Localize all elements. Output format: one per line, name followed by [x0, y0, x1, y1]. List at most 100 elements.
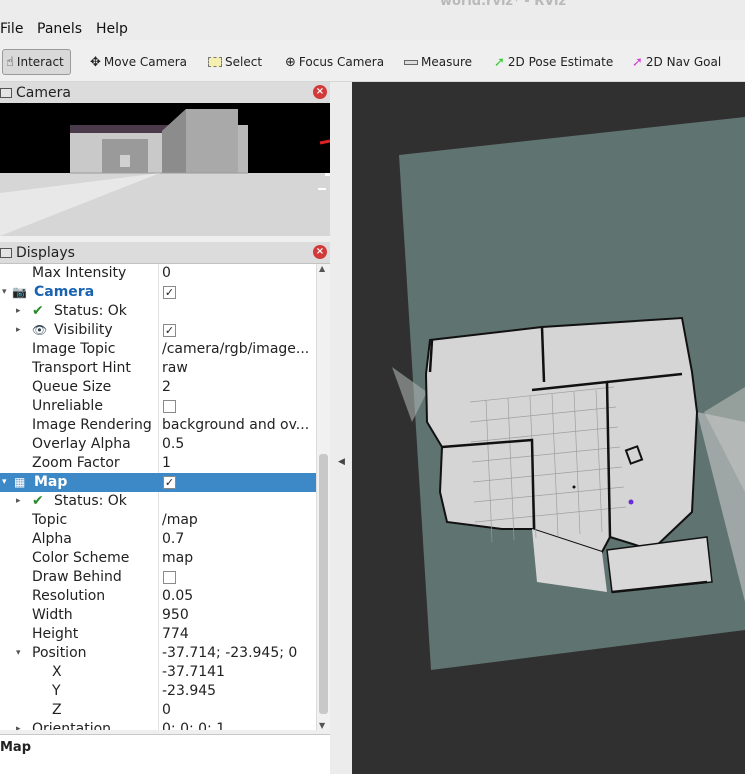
property-label: X [52, 664, 62, 680]
property-value[interactable]: -37.7141 [162, 663, 312, 682]
property-label: Position [32, 645, 87, 661]
expand-arrow-icon[interactable]: ▸ [16, 720, 21, 730]
tool-interact[interactable]: ☝ Interact [2, 49, 71, 75]
property-position[interactable]: ▾ Position -37.714; -23.945; 0 [0, 644, 316, 663]
property-unreliable[interactable]: Unreliable [0, 397, 316, 416]
property-value[interactable]: 0.05 [162, 587, 312, 606]
collapse-arrow-icon[interactable]: ▾ [2, 473, 7, 492]
property-value[interactable]: background and ov... [162, 416, 312, 435]
displays-scrollbar[interactable]: ▲ ▼ [316, 264, 330, 730]
property-value[interactable]: 2 [162, 378, 312, 397]
expand-arrow-icon[interactable]: ▸ [16, 321, 21, 340]
tool-2d-pose-estimate[interactable]: ➚ 2D Pose Estimate [494, 49, 613, 75]
property-orientation[interactable]: ▸ Orientation 0; 0; 0; 1 [0, 720, 316, 730]
property-width[interactable]: Width 950 [0, 606, 316, 625]
display-name: Camera [34, 284, 95, 300]
property-value[interactable]: 774 [162, 625, 312, 644]
panel-splitter[interactable]: ◀ [330, 82, 352, 774]
camera-image [0, 103, 330, 236]
visibility-checkbox[interactable]: ✓ [163, 324, 176, 337]
property-value[interactable]: 1 [162, 454, 312, 473]
scroll-up-icon[interactable]: ▲ [319, 264, 325, 273]
status-row[interactable]: ▸ ✔ Status: Ok [0, 302, 316, 321]
tool-focus-camera[interactable]: ⊕ Focus Camera [285, 49, 384, 75]
property-value[interactable]: -23.945 [162, 682, 312, 701]
scrollbar-thumb[interactable] [319, 454, 328, 714]
enable-checkbox[interactable]: ✓ [163, 476, 176, 489]
tool-select[interactable]: Select [208, 49, 262, 75]
property-value[interactable]: /map [162, 511, 312, 530]
displays-panel-title: Displays [16, 244, 75, 261]
menu-panels[interactable]: Panels [37, 21, 82, 37]
property-value[interactable]: /camera/rgb/image... [162, 340, 312, 359]
property-label: Width [32, 607, 73, 623]
ruler-icon [404, 59, 418, 65]
property-value[interactable]: 0.7 [162, 530, 312, 549]
scroll-down-icon[interactable]: ▼ [319, 721, 325, 730]
property-alpha[interactable]: Alpha 0.7 [0, 530, 316, 549]
tool-2d-nav-goal[interactable]: ➚ 2D Nav Goal [632, 49, 721, 75]
collapse-arrow-icon[interactable]: ▾ [2, 283, 7, 302]
property-zoom-factor[interactable]: Zoom Factor 1 [0, 454, 316, 473]
property-label: Y [52, 683, 61, 699]
property-max-intensity[interactable]: Max Intensity 0 [0, 264, 316, 283]
status-row[interactable]: ▸ ✔ Status: Ok [0, 492, 316, 511]
display-camera[interactable]: ▾ 📷 Camera ✓ [0, 283, 316, 302]
tool-label: 2D Nav Goal [645, 55, 722, 69]
collapse-arrow-icon[interactable]: ▾ [16, 644, 21, 663]
green-arrow-icon: ➚ [494, 54, 505, 70]
menu-help[interactable]: Help [96, 21, 128, 37]
property-x[interactable]: X -37.7141 [0, 663, 316, 682]
property-z[interactable]: Z 0 [0, 701, 316, 720]
property-label: Queue Size [32, 379, 112, 395]
property-queue-size[interactable]: Queue Size 2 [0, 378, 316, 397]
property-color-scheme[interactable]: Color Scheme map [0, 549, 316, 568]
property-label: Max Intensity [32, 265, 127, 281]
property-value[interactable]: 0 [162, 264, 312, 283]
display-name: Map [34, 474, 68, 490]
property-y[interactable]: Y -23.945 [0, 682, 316, 701]
property-value[interactable]: raw [162, 359, 312, 378]
camera-icon: 📷 [12, 285, 27, 299]
property-label: Visibility [54, 322, 113, 338]
unreliable-checkbox[interactable] [163, 400, 176, 413]
tool-label: 2D Pose Estimate [507, 55, 614, 69]
close-icon[interactable]: × [313, 85, 327, 99]
hand-icon: ☝ [6, 54, 14, 70]
tool-move-camera[interactable]: ✥ Move Camera [90, 49, 187, 75]
tool-measure[interactable]: Measure [404, 49, 472, 75]
property-visibility[interactable]: ▸ 👁 Visibility ✓ [0, 321, 316, 340]
property-height[interactable]: Height 774 [0, 625, 316, 644]
property-resolution[interactable]: Resolution 0.05 [0, 587, 316, 606]
property-value[interactable]: 0; 0; 0; 1 [162, 720, 312, 730]
render-view[interactable] [352, 82, 745, 774]
property-value[interactable]: 0.5 [162, 435, 312, 454]
tool-label: Interact [16, 55, 64, 69]
close-icon[interactable]: × [313, 245, 327, 259]
property-overlay-alpha[interactable]: Overlay Alpha 0.5 [0, 435, 316, 454]
menu-file[interactable]: File [0, 21, 23, 37]
expand-arrow-icon[interactable]: ▸ [16, 492, 21, 511]
panel-icon [0, 87, 12, 98]
camera-panel-title: Camera [16, 84, 71, 101]
property-label: Image Topic [32, 341, 116, 357]
display-map[interactable]: ▾ ▦ Map ✓ [0, 473, 316, 492]
property-draw-behind[interactable]: Draw Behind [0, 568, 316, 587]
map-render[interactable] [352, 82, 745, 774]
property-transport-hint[interactable]: Transport Hint raw [0, 359, 316, 378]
property-topic[interactable]: Topic /map [0, 511, 316, 530]
collapse-left-icon[interactable]: ◀ [338, 457, 345, 467]
property-label: Transport Hint [32, 360, 131, 376]
property-image-topic[interactable]: Image Topic /camera/rgb/image... [0, 340, 316, 359]
property-image-rendering[interactable]: Image Rendering background and ov... [0, 416, 316, 435]
check-icon: ✔ [32, 493, 44, 509]
camera-panel-header: Camera × [0, 82, 330, 104]
property-value[interactable]: 950 [162, 606, 312, 625]
crosshair-icon: ⊕ [285, 54, 296, 70]
property-value[interactable]: 0 [162, 701, 312, 720]
property-value[interactable]: map [162, 549, 312, 568]
expand-arrow-icon[interactable]: ▸ [16, 302, 21, 321]
property-value[interactable]: -37.714; -23.945; 0 [162, 644, 312, 663]
draw-behind-checkbox[interactable] [163, 571, 176, 584]
enable-checkbox[interactable]: ✓ [163, 286, 176, 299]
